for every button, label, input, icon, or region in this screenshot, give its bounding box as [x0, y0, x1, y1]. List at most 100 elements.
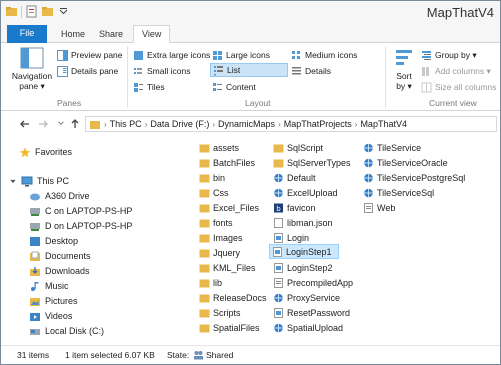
file-item-label: Images [213, 232, 243, 243]
file-item[interactable]: SpatialFiles [197, 320, 262, 335]
add-columns-button[interactable]: Add columns ▾ [421, 64, 491, 78]
list-view-button[interactable]: List [210, 63, 288, 77]
file-item[interactable]: LoginStep2 [271, 260, 335, 275]
size-columns-icon [421, 82, 432, 92]
new-folder-icon[interactable] [41, 5, 54, 18]
file-item[interactable]: SpatialUpload [271, 320, 345, 335]
nav-item-documents[interactable]: Documents [29, 249, 91, 263]
file-item[interactable]: b favicon [271, 200, 318, 215]
large-icons-label: Large icons [226, 50, 270, 60]
nav-item-a360-drive[interactable]: A360 Drive [29, 189, 90, 203]
back-button[interactable] [19, 118, 31, 130]
breadcrumb-mapthatprojects[interactable]: MapThatProjects [284, 119, 352, 129]
file-item[interactable]: fonts [197, 215, 235, 230]
address-bar[interactable]: › This PC › Data Drive (F:) › DynamicMap… [85, 116, 497, 132]
file-item-label: Css [213, 187, 229, 198]
file-item[interactable]: TileServicePostgreSql [361, 170, 467, 185]
tab-home[interactable]: Home [53, 26, 93, 43]
file-item[interactable]: ExcelUpload [271, 185, 340, 200]
properties-icon[interactable] [25, 5, 38, 18]
folder-icon [199, 294, 210, 302]
web-file-icon [364, 173, 373, 182]
file-item-label: KML_Files [213, 262, 256, 273]
file-item[interactable]: Web [361, 200, 397, 215]
nav-item-c-drive[interactable]: C on LAPTOP-PS-HP [29, 204, 132, 218]
recent-locations-button[interactable] [55, 118, 67, 130]
file-item[interactable]: Jquery [197, 245, 242, 260]
file-item-label: TileServicePostgreSql [377, 172, 466, 183]
nav-item-label: Videos [45, 311, 73, 321]
size-all-columns-button[interactable]: Size all columns [421, 80, 496, 94]
tiles-view-button[interactable]: Tiles [133, 80, 165, 94]
selection-info: 1 item selected 6.07 KB [65, 350, 155, 360]
sort-by-button[interactable]: Sort by ▾ [391, 47, 417, 95]
breadcrumb-separator-icon[interactable]: › [145, 120, 148, 129]
file-item[interactable]: SqlServerTypes [271, 155, 353, 170]
file-item[interactable]: TileServiceOracle [361, 155, 450, 170]
file-item[interactable]: TileService [361, 140, 423, 155]
medium-icons-button[interactable]: Medium icons [291, 48, 357, 62]
small-icons-button[interactable]: Small icons [133, 64, 190, 78]
nav-item-desktop[interactable]: Desktop [29, 234, 78, 248]
large-icons-button[interactable]: Large icons [212, 48, 270, 62]
nav-favorites[interactable]: Favorites [19, 145, 72, 159]
file-item[interactable]: ReleaseDocs [197, 290, 269, 305]
file-item[interactable]: assets [197, 140, 241, 155]
tab-view[interactable]: View [133, 25, 171, 43]
nav-item-downloads[interactable]: Downloads [29, 264, 90, 278]
file-item[interactable]: PrecompiledApp [271, 275, 355, 290]
file-item[interactable]: bin [197, 170, 227, 185]
extra-large-icons-icon [134, 50, 143, 60]
dropdown-icon[interactable] [57, 5, 70, 18]
breadcrumb-separator-icon[interactable]: › [212, 120, 215, 129]
nav-item-pictures[interactable]: Pictures [29, 294, 78, 308]
file-item[interactable]: Css [197, 185, 231, 200]
file-item[interactable]: lib [197, 275, 224, 290]
file-item[interactable]: SqlScript [271, 140, 325, 155]
file-item[interactable]: Default [271, 170, 318, 185]
details-view-button[interactable]: Details [291, 64, 331, 78]
breadcrumb-separator-icon[interactable]: › [355, 120, 358, 129]
file-item[interactable]: Images [197, 230, 245, 245]
file-item-label: SqlScript [287, 142, 324, 153]
downloads-icon [30, 266, 40, 276]
file-item[interactable]: libman.json [271, 215, 335, 230]
file-item-label: SqlServerTypes [287, 157, 351, 168]
file-item[interactable]: Scripts [197, 305, 243, 320]
file-item[interactable]: Excel_Files [197, 200, 261, 215]
breadcrumb-data-drive[interactable]: Data Drive (F:) [150, 119, 209, 129]
nav-item-videos[interactable]: Videos [29, 309, 72, 323]
details-pane-button[interactable]: Details pane [57, 64, 118, 78]
file-item[interactable]: ProxyService [271, 290, 342, 305]
panes-group-label: Panes [57, 98, 82, 108]
file-item[interactable]: ResetPassword [271, 305, 352, 320]
up-button[interactable] [69, 118, 81, 130]
file-item[interactable]: KML_Files [197, 260, 258, 275]
preview-pane-button[interactable]: Preview pane [57, 48, 123, 62]
file-item-selected[interactable]: LoginStep1 [269, 244, 339, 259]
breadcrumb-dynamicmaps[interactable]: DynamicMaps [218, 119, 275, 129]
tab-file[interactable]: File [7, 25, 47, 43]
navigation-pane-button[interactable]: Navigation pane ▾ [9, 47, 55, 95]
nav-this-pc[interactable]: This PC [9, 174, 69, 188]
layout-group-label: Layout [245, 98, 271, 108]
nav-item-d-drive[interactable]: D on LAPTOP-PS-HP [29, 219, 132, 233]
extra-large-icons-button[interactable]: Extra large icons [133, 48, 210, 62]
nav-item-local-disk-c[interactable]: Local Disk (C:) [29, 324, 104, 338]
group-by-button[interactable]: Group by ▾ [421, 48, 477, 62]
file-item[interactable]: Login [271, 230, 311, 245]
breadcrumb-separator-icon[interactable]: › [278, 120, 281, 129]
nav-item-music[interactable]: Music [29, 279, 69, 293]
group-by-icon [422, 50, 431, 60]
network-drive-icon [30, 207, 40, 216]
folder-icon[interactable] [5, 5, 18, 18]
folder-icon [199, 204, 210, 212]
file-item[interactable]: TileServiceSql [361, 185, 436, 200]
breadcrumb-separator-icon[interactable]: › [104, 120, 107, 129]
breadcrumb-this-pc[interactable]: This PC [110, 119, 142, 129]
file-item[interactable]: BatchFiles [197, 155, 257, 170]
tab-share[interactable]: Share [91, 26, 131, 43]
breadcrumb-mapthatv4[interactable]: MapThatV4 [360, 119, 407, 129]
forward-button[interactable] [37, 118, 49, 130]
content-view-button[interactable]: Content [212, 80, 256, 94]
